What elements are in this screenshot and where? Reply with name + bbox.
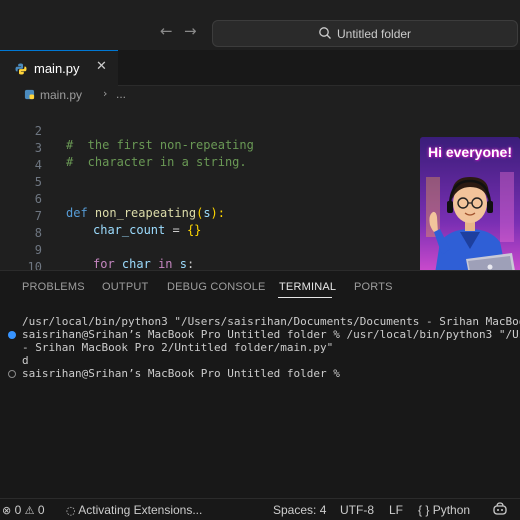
tab-terminal[interactable]: TERMINAL [279,281,336,293]
active-tab-indicator [278,297,332,298]
tab-output[interactable]: OUTPUT [102,281,148,293]
arrow-left-icon[interactable]: ← [160,22,173,40]
editor-tab-bar: main.py ✕ [0,50,520,86]
terminal-line: saisrihan@Srihan’s MacBook Pro Untitled … [22,328,520,341]
breadcrumb: main.py › ... [0,86,520,104]
tab-problems[interactable]: PROBLEMS [22,281,85,293]
search-icon [319,27,331,39]
tab-label: main.py [34,61,80,76]
terminal-prompt[interactable]: saisrihan@Srihan’s MacBook Pro Untitled … [22,367,340,380]
eol-status[interactable]: LF [389,503,403,517]
warning-icon: ⚠ [24,504,35,517]
activity-status[interactable]: ◌ Activating Extensions... [66,503,202,517]
problems-indicator[interactable]: ⊗ 0 ⚠ 0 [2,503,45,517]
language-status[interactable]: { } Python [418,503,470,517]
warning-count: 0 [37,503,45,517]
search-text: Untitled folder [337,27,412,41]
chevron-right-icon: › [103,87,108,100]
copilot-icon[interactable] [492,501,508,520]
code-line: 2 # the first non-repeating [0,110,520,152]
terminal-line: - Srihan MacBook Pro 2/Untitled folder/m… [22,341,334,354]
tab-main-py[interactable]: main.py ✕ [0,50,118,86]
tab-ports[interactable]: PORTS [354,281,393,293]
breadcrumb-file[interactable]: main.py [40,88,82,102]
encoding-status[interactable]: UTF-8 [340,503,374,517]
close-icon[interactable]: ✕ [96,59,107,74]
terminal-line: /usr/local/bin/python3 "/Users/saisrihan… [22,315,520,328]
error-count: 0 [14,503,22,517]
error-icon: ⊗ [2,504,12,517]
loading-icon: ◌ [66,504,76,517]
bottom-panel: PROBLEMS OUTPUT DEBUG CONSOLE TERMINAL P… [0,270,520,498]
avatar-caption: Hi everyone! [427,144,513,160]
activity-text: Activating Extensions... [78,503,203,517]
command-success-icon[interactable] [8,331,16,339]
avatar-image: Hi everyone! [420,137,520,280]
copilot-glyph [493,502,507,515]
arrow-right-icon[interactable]: → [184,22,197,40]
tab-debug-console[interactable]: DEBUG CONSOLE [167,281,266,293]
title-bar: ← → Untitled folder [0,0,520,50]
status-bar: ⊗ 0 ⚠ 0 ◌ Activating Extensions... Space… [0,498,520,520]
python-icon [15,63,27,75]
language-label: Python [432,503,471,517]
indentation-status[interactable]: Spaces: 4 [273,503,326,517]
braces-icon: { } [418,503,430,517]
breadcrumb-symbol[interactable]: ... [116,87,126,101]
python-icon [24,89,35,100]
command-center-search[interactable]: Untitled folder [212,20,518,47]
terminal-line: d [22,354,29,367]
command-pending-icon[interactable] [8,370,16,378]
